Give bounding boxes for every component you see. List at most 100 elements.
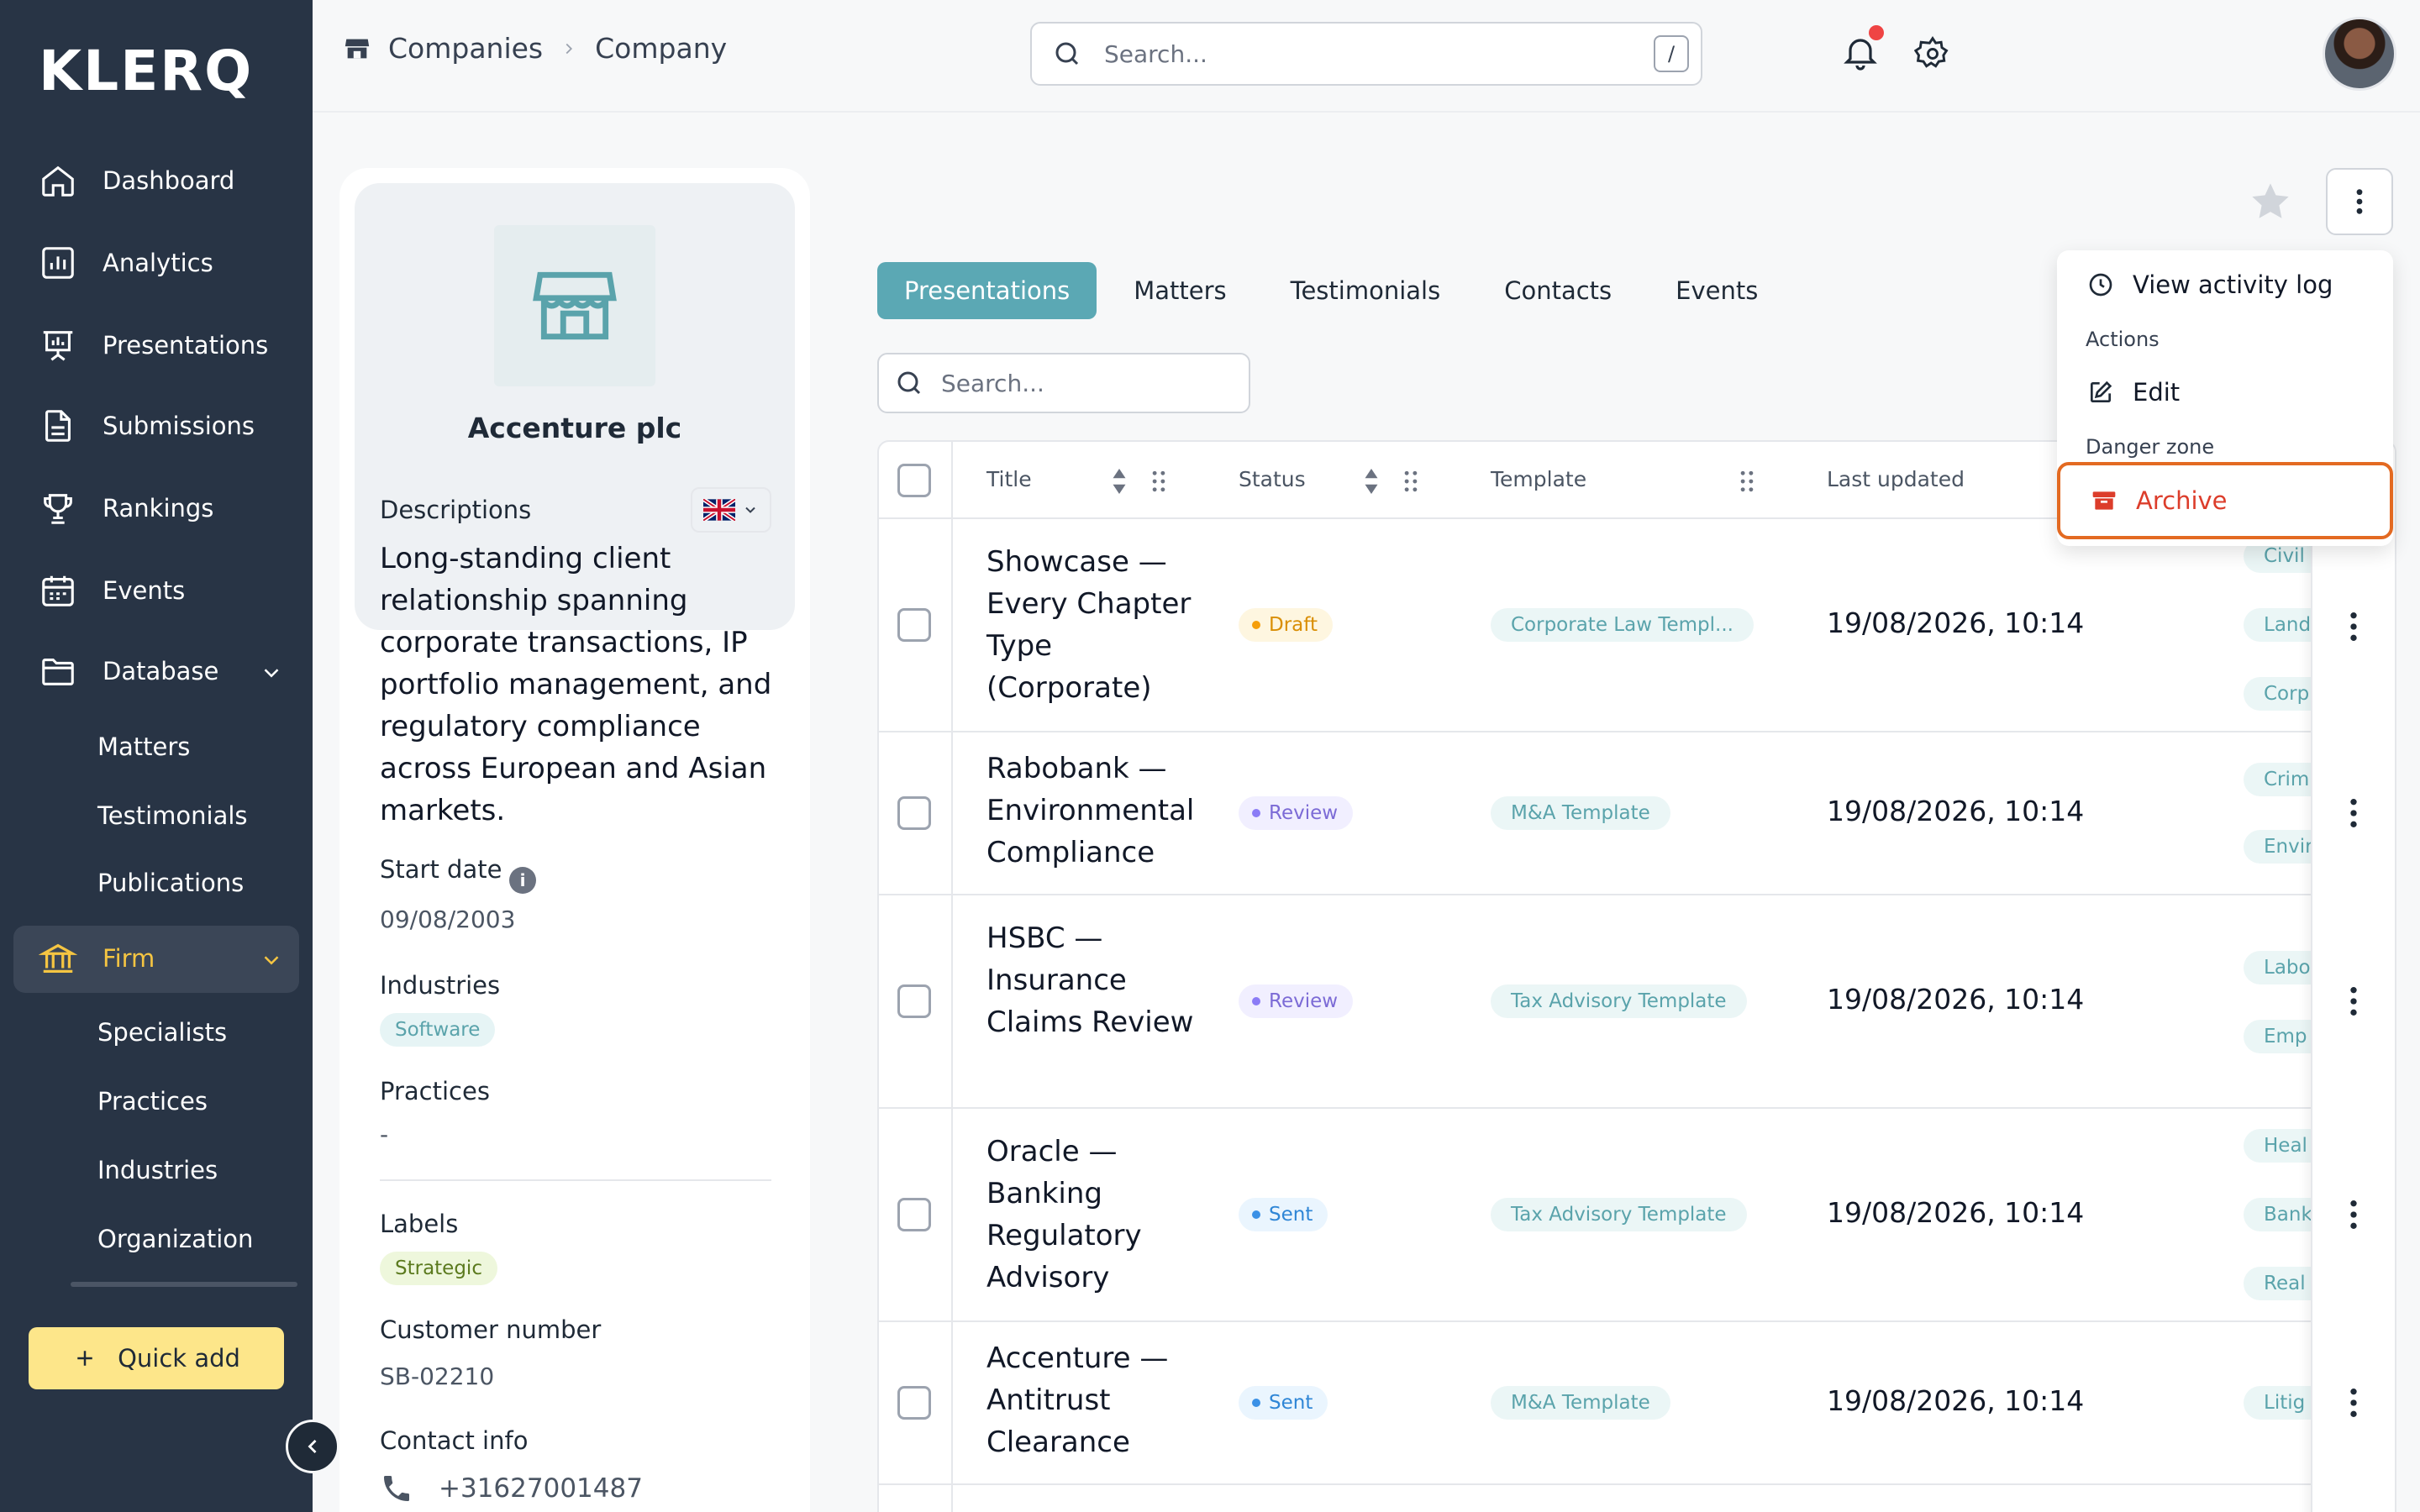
status-label: Sent <box>1269 1392 1313 1414</box>
practice-tag: Bank <box>2244 1198 2311 1231</box>
row-checkbox[interactable] <box>897 1386 931 1420</box>
more-vertical-icon[interactable] <box>2341 1386 2366 1420</box>
row-checkbox[interactable] <box>897 608 931 642</box>
search-placeholder: Search... <box>941 369 1044 397</box>
status-label: Sent <box>1269 1204 1313 1226</box>
table-row[interactable]: Showcase — Every Chapter Type (Corporate… <box>879 519 2395 732</box>
app-logo[interactable]: KLERQ <box>39 39 253 103</box>
select-all-checkbox[interactable] <box>897 464 931 497</box>
row-checkbox[interactable] <box>897 984 931 1018</box>
sidebar-item-label: Presentations <box>103 331 269 360</box>
row-title[interactable]: Showcase — Every Chapter Type (Corporate… <box>986 541 1213 709</box>
top-bar: Companies Company Search... / <box>313 0 2420 113</box>
start-date-label: Start date <box>380 855 502 884</box>
table-row[interactable]: Oracle — Banking Regulatory Advisory Sen… <box>879 1109 2395 1322</box>
collapse-sidebar-button[interactable] <box>286 1420 339 1473</box>
practices-value: - <box>380 1121 389 1148</box>
sort-icon[interactable] <box>1363 469 1380 494</box>
view-activity-log-item[interactable]: View activity log <box>2087 270 2333 299</box>
tab-events[interactable]: Events <box>1649 262 1785 319</box>
practice-tag: Labo <box>2244 951 2311 984</box>
danger-zone-label: Danger zone <box>2086 435 2215 459</box>
row-title[interactable]: Rabobank — Environmental Compliance <box>986 748 1213 874</box>
more-vertical-icon[interactable] <box>2341 984 2366 1018</box>
sidebar-item-dashboard[interactable]: Dashboard <box>39 161 234 200</box>
practice-tag: Corp <box>2244 677 2311 711</box>
template-badge: Tax Advisory Template <box>1491 1198 1747 1231</box>
last-updated: 19/08/2026, 10:14 <box>1827 983 2085 1016</box>
sidebar-sub-publications[interactable]: Publications <box>97 869 244 897</box>
info-icon[interactable]: i <box>509 867 536 894</box>
customer-number-label: Customer number <box>380 1315 602 1344</box>
sidebar-item-label: Database <box>103 657 219 685</box>
sidebar-item-rankings[interactable]: Rankings <box>39 489 213 528</box>
contact-phone[interactable]: +31627001487 <box>380 1472 643 1505</box>
edit-item[interactable]: Edit <box>2087 378 2180 407</box>
column-status[interactable]: Status <box>1239 467 1306 491</box>
favorite-star-icon[interactable] <box>2249 180 2292 223</box>
store-icon <box>533 271 617 340</box>
menu-item-label: Archive <box>2136 486 2228 515</box>
drag-handle-icon[interactable] <box>1403 470 1418 492</box>
plus-icon <box>77 1351 92 1366</box>
sidebar-item-submissions[interactable]: Submissions <box>39 407 255 445</box>
table-search-input[interactable]: Search... <box>877 353 1250 413</box>
sidebar-sub-organization[interactable]: Organization <box>97 1225 253 1253</box>
breadcrumb-companies[interactable]: Companies <box>388 32 543 65</box>
row-checkbox[interactable] <box>897 796 931 830</box>
sidebar-item-label: Submissions <box>103 412 255 440</box>
more-vertical-icon[interactable] <box>2341 1198 2366 1231</box>
more-actions-button[interactable] <box>2326 168 2393 235</box>
tab-matters[interactable]: Matters <box>1107 262 1253 319</box>
more-vertical-icon[interactable] <box>2341 796 2366 830</box>
status-dot <box>1252 1210 1260 1219</box>
chevron-right-icon <box>566 43 573 54</box>
sidebar-sub-testimonials[interactable]: Testimonials <box>97 801 248 830</box>
global-search-input[interactable]: Search... / <box>1030 22 1702 86</box>
user-avatar[interactable] <box>2323 17 2396 91</box>
sidebar-item-presentations[interactable]: Presentations <box>39 326 268 365</box>
sidebar-item-analytics[interactable]: Analytics <box>39 244 213 282</box>
drag-handle-icon[interactable] <box>1151 470 1166 492</box>
column-title[interactable]: Title <box>986 467 1032 491</box>
breadcrumb: Companies Company <box>343 32 727 65</box>
sidebar-sub-practices[interactable]: Practices <box>97 1087 208 1116</box>
table-row[interactable]: HSBC — Insurance Claims Review Review Ta… <box>879 895 2395 1109</box>
chevron-down-icon[interactable] <box>259 948 284 973</box>
practice-tag: Heal <box>2244 1129 2311 1163</box>
row-title[interactable]: HSBC — Insurance Claims Review <box>986 917 1213 1043</box>
row-title[interactable]: Accenture — Antitrust Clearance <box>986 1337 1213 1463</box>
column-template[interactable]: Template <box>1491 467 1586 491</box>
practice-tag: Litig <box>2244 1386 2311 1420</box>
sidebar-item-database[interactable]: Database <box>39 652 218 690</box>
column-last-updated[interactable]: Last updated <box>1827 467 1965 491</box>
sort-icon[interactable] <box>1111 469 1128 494</box>
sidebar-scrollbar[interactable] <box>71 1282 297 1287</box>
clock-icon <box>2089 273 2112 297</box>
sidebar-item-firm[interactable]: Firm <box>39 939 155 978</box>
more-vertical-icon[interactable] <box>2341 610 2366 643</box>
drag-handle-icon[interactable] <box>1739 470 1754 492</box>
tab-presentations[interactable]: Presentations <box>877 262 1097 319</box>
tab-contacts[interactable]: Contacts <box>1477 262 1639 319</box>
chevron-down-icon[interactable] <box>259 660 284 685</box>
quick-add-button[interactable]: Quick add <box>29 1327 284 1389</box>
company-description: Long-standing client relationship spanni… <box>380 542 772 827</box>
row-title[interactable]: Oracle — Banking Regulatory Advisory <box>986 1131 1213 1299</box>
table-row[interactable]: Accenture — Antitrust Clearance Sent M&A… <box>879 1322 2395 1485</box>
row-checkbox[interactable] <box>897 1198 931 1231</box>
sidebar-sub-industries[interactable]: Industries <box>97 1156 218 1184</box>
table-row[interactable]: Rabobank — Environmental Compliance Revi… <box>879 732 2395 895</box>
language-select[interactable] <box>691 487 771 533</box>
sidebar-sub-specialists[interactable]: Specialists <box>97 1018 227 1047</box>
status-badge: Draft <box>1239 608 1333 642</box>
archive-item[interactable]: Archive <box>2057 462 2393 539</box>
gear-icon[interactable] <box>1914 35 1951 72</box>
sidebar-sub-matters[interactable]: Matters <box>97 732 190 761</box>
tab-testimonials[interactable]: Testimonials <box>1264 262 1468 319</box>
folder-icon <box>42 659 74 685</box>
presentation-icon <box>43 331 73 361</box>
sidebar-item-label: Rankings <box>103 494 214 522</box>
sidebar-item-events[interactable]: Events <box>39 571 185 610</box>
search-icon <box>1055 42 1079 66</box>
